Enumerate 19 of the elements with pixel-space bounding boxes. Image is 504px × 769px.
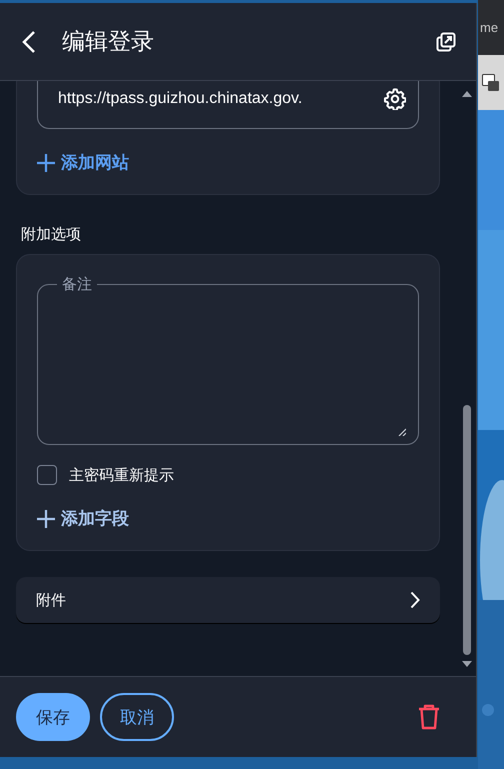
attachments-row[interactable]: 附件	[16, 577, 440, 623]
translate-icon[interactable]	[482, 74, 500, 92]
checkbox-label: 主密码重新提示	[69, 466, 174, 484]
popout-button[interactable]	[434, 30, 458, 54]
browser-tab[interactable]: me	[478, 0, 504, 55]
checkbox[interactable]	[37, 465, 57, 485]
resize-handle-icon[interactable]	[398, 428, 406, 436]
add-field-link[interactable]: 添加字段	[37, 507, 129, 530]
notes-field[interactable]: 备注	[37, 275, 419, 445]
chevron-right-icon	[410, 591, 420, 609]
section-heading: 附加选项	[21, 225, 82, 244]
plus-icon	[37, 510, 55, 528]
save-button[interactable]: 保存	[16, 693, 90, 741]
add-website-link[interactable]: 添加网站	[37, 151, 129, 174]
settings-icon[interactable]	[384, 88, 406, 110]
website-field[interactable]: https://tpass.guizhou.chinatax.gov.	[37, 81, 419, 129]
cancel-button[interactable]: 取消	[100, 693, 174, 741]
window-title: 编辑登录	[62, 28, 155, 57]
plus-icon	[37, 154, 55, 172]
